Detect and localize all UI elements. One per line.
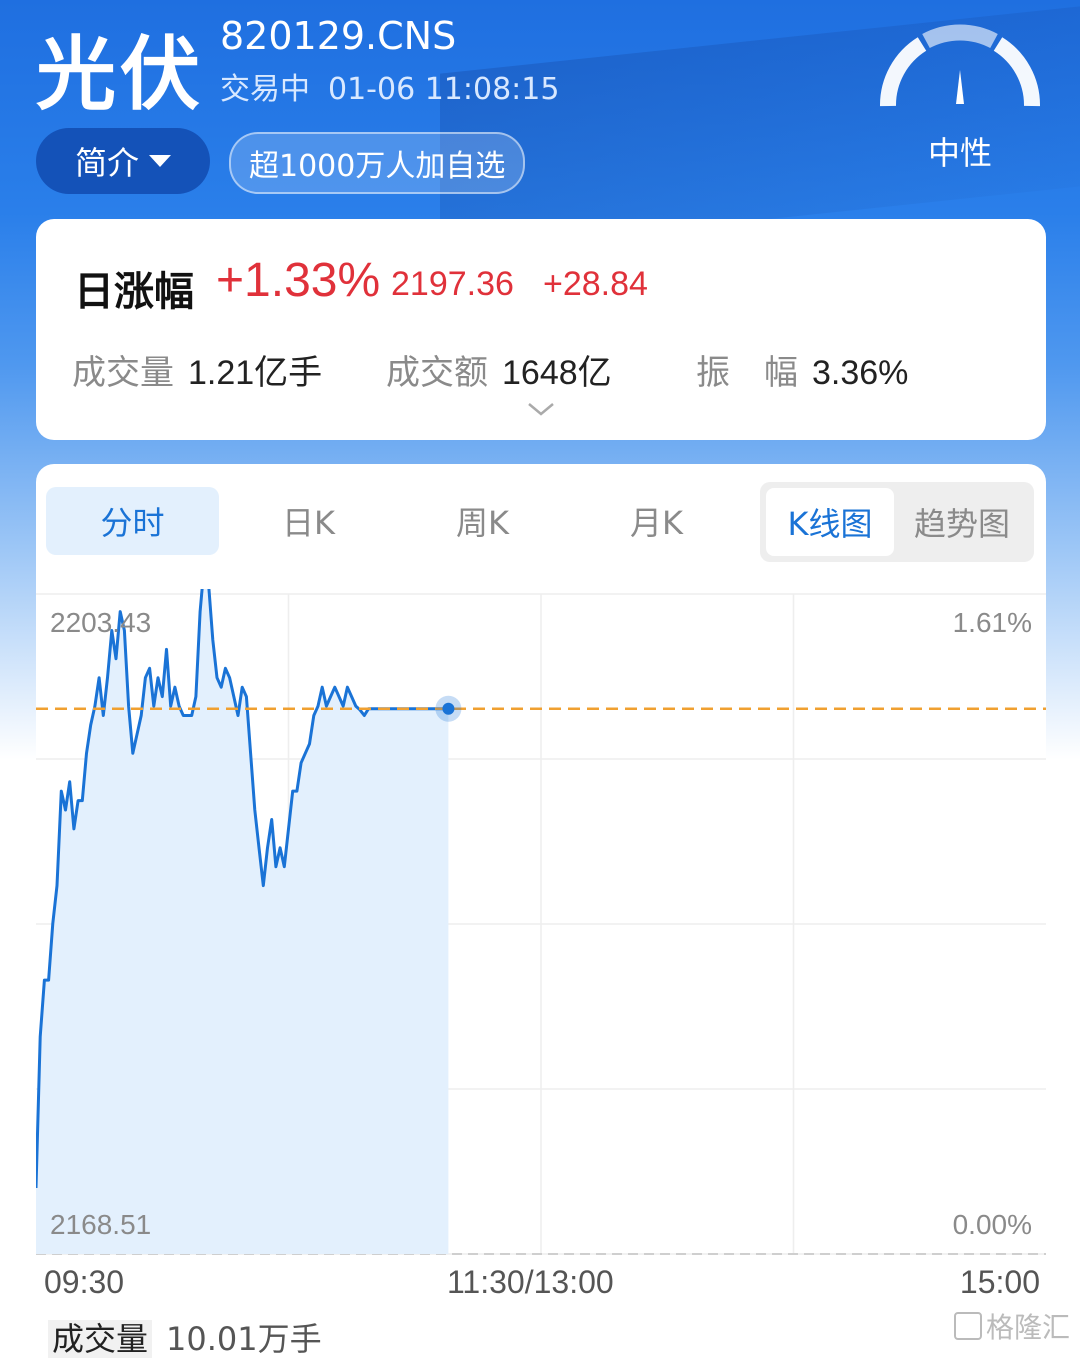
change-value: +28.84	[543, 265, 648, 303]
chevron-down-icon[interactable]	[526, 399, 556, 419]
status-text: 交易中	[220, 72, 310, 107]
watermark-logo-icon	[953, 1312, 982, 1340]
volume-stat: 成交量 1.21亿手	[72, 345, 322, 394]
trading-status: 交易中 01-06 11:08:15	[220, 64, 577, 108]
volume-bar-value: 10.01万手	[166, 1320, 322, 1358]
chart-mode-switch: K线图 趋势图	[760, 482, 1034, 562]
tab-weekly-k[interactable]: 周K	[396, 487, 569, 555]
y-axis-right-min: 0.00%	[952, 1209, 1032, 1240]
amplitude-label: 振 幅	[696, 353, 798, 393]
amount-stat: 成交额 1648亿	[386, 345, 612, 394]
current-price: 2197.36	[391, 265, 514, 303]
amount-value: 1648亿	[502, 354, 612, 392]
x-label-open: 09:30	[44, 1264, 125, 1300]
index-name: 光伏	[36, 28, 204, 121]
chart-card: 分时 日K 周K 月K K线图 趋势图 2203.43 2168.51 1.61…	[36, 464, 1046, 1358]
volume-row: 成交量 10.01万手	[48, 1314, 322, 1360]
watermark: 格隆汇	[953, 1306, 1070, 1346]
intro-button[interactable]: 简介	[36, 128, 210, 194]
tab-monthly-k[interactable]: 月K	[570, 487, 743, 555]
sentiment-gauge-icon	[879, 24, 1041, 107]
tab-daily-k[interactable]: 日K	[222, 487, 395, 555]
volume-value: 1.21亿手	[188, 354, 323, 392]
intro-label: 简介	[74, 144, 139, 182]
mode-trend[interactable]: 趋势图	[898, 488, 1026, 556]
amount-label: 成交额	[386, 353, 488, 393]
current-point	[442, 702, 455, 715]
watermark-text: 格隆汇	[985, 1311, 1070, 1344]
caret-down-icon	[149, 155, 171, 167]
y-axis-min: 2168.51	[50, 1209, 152, 1240]
x-label-close: 15:00	[959, 1264, 1040, 1300]
intraday-chart[interactable]	[36, 589, 1046, 1259]
tab-intraday[interactable]: 分时	[46, 487, 219, 555]
y-axis-right-max: 1.61%	[952, 607, 1032, 638]
amplitude-stat: 振 幅 3.36%	[696, 345, 908, 394]
daily-change-label: 日涨幅	[74, 269, 194, 315]
quote-card: 日涨幅 +1.33% 2197.36 +28.84 成交量 1.21亿手 成交额 1…	[36, 219, 1046, 440]
index-code: 820129.CNS	[220, 14, 457, 58]
x-label-midday: 11:30/13:00	[447, 1264, 614, 1300]
change-percent: +1.33%	[216, 254, 381, 307]
mode-kline[interactable]: K线图	[766, 488, 894, 556]
y-axis-max: 2203.43	[50, 607, 152, 638]
watchlist-tag[interactable]: 超1000万人加自选	[229, 132, 526, 194]
amplitude-value: 3.36%	[812, 354, 909, 392]
status-time: 01-06 11:08:15	[328, 72, 560, 107]
volume-bar-label: 成交量	[48, 1320, 153, 1358]
volume-label: 成交量	[72, 353, 174, 393]
sentiment-label: 中性	[927, 134, 992, 172]
